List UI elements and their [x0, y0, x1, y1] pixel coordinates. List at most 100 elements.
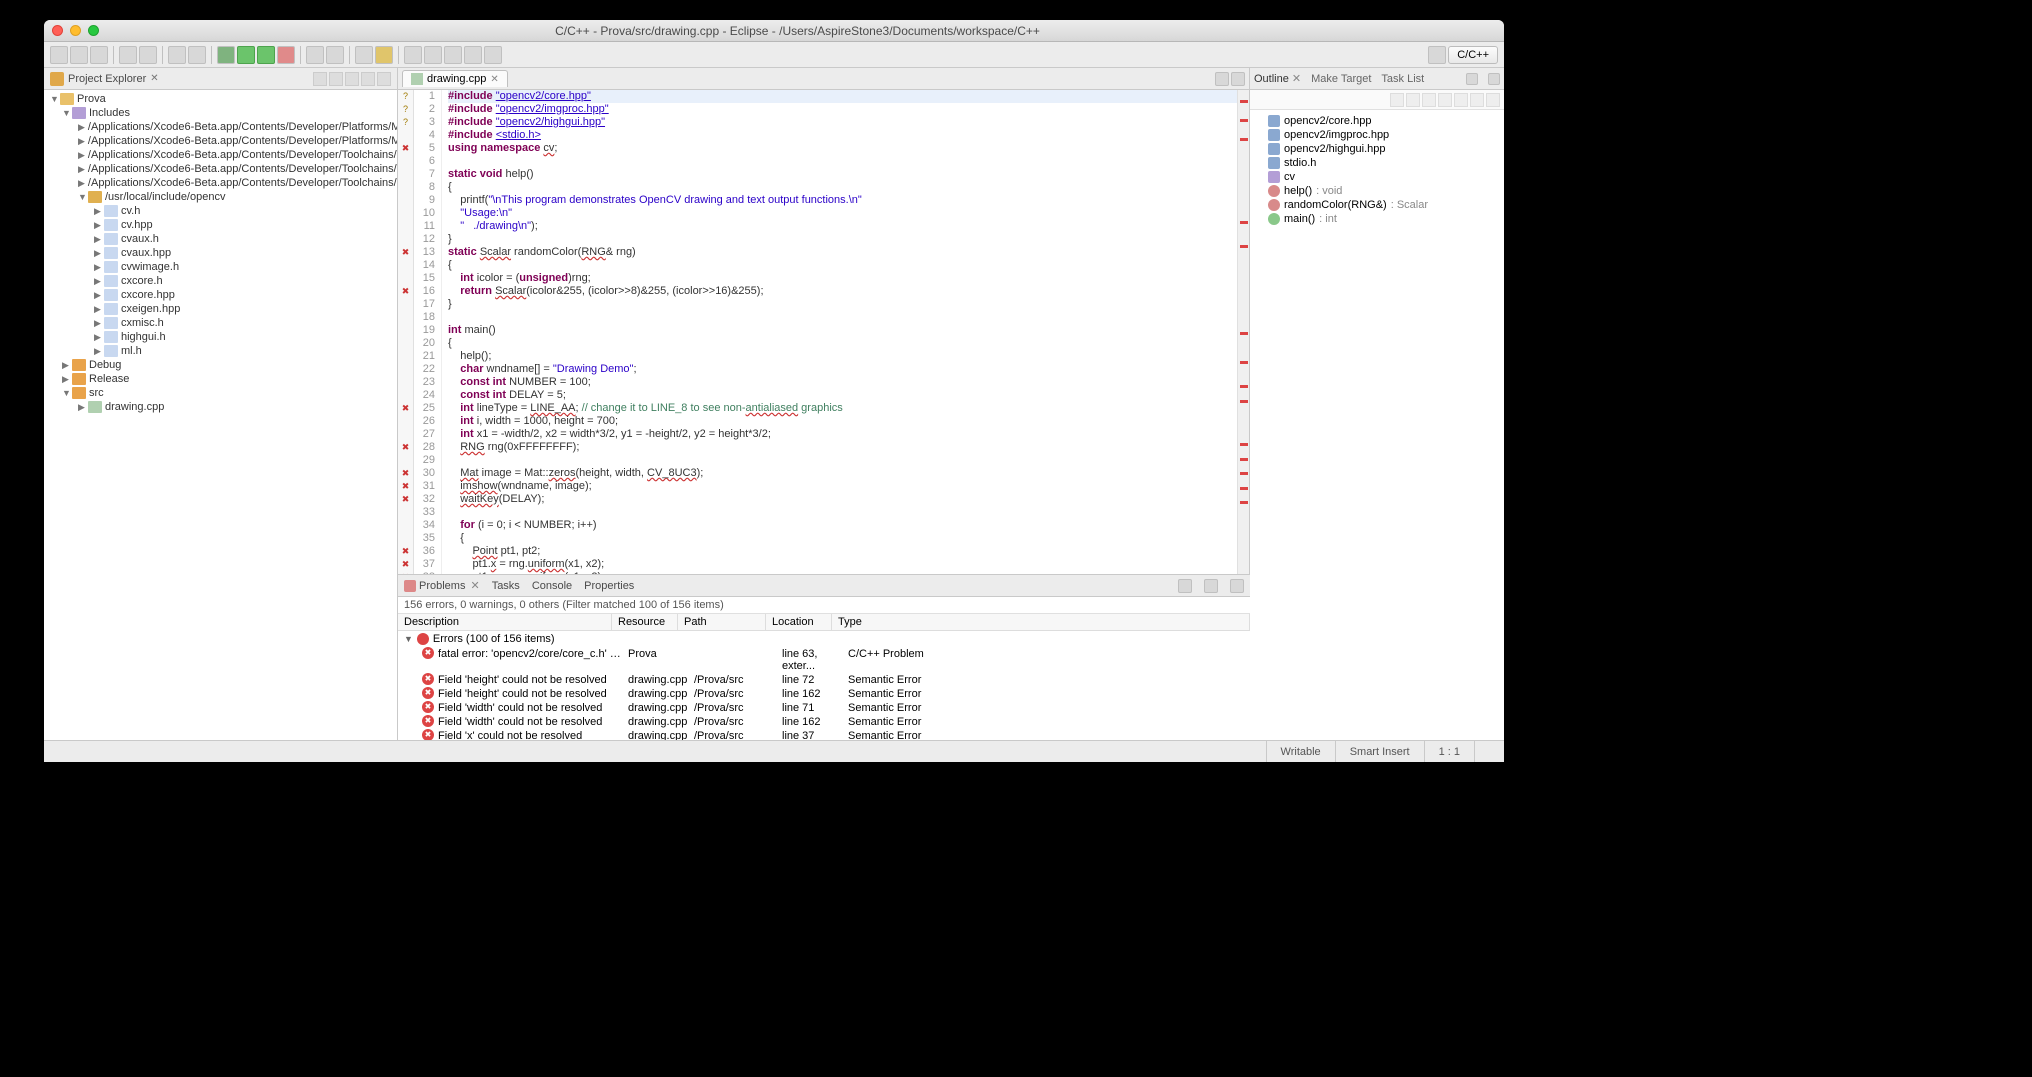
tree-item[interactable]: ▶ml.h	[44, 344, 397, 358]
new-folder-icon[interactable]	[326, 46, 344, 64]
tab-problems[interactable]: Problems✕	[404, 579, 480, 592]
problems-row[interactable]: ✖Field 'height' could not be resolveddra…	[398, 673, 1250, 687]
tree-item[interactable]: ▶cxeigen.hpp	[44, 302, 397, 316]
overview-ruler[interactable]	[1237, 90, 1249, 574]
outline-item[interactable]: opencv2/core.hpp	[1254, 114, 1500, 128]
toggle-mark-icon[interactable]	[375, 46, 393, 64]
titlebar[interactable]: C/C++ - Prova/src/drawing.cpp - Eclipse …	[44, 20, 1504, 42]
build-all-icon[interactable]	[139, 46, 157, 64]
view-menu-icon[interactable]	[345, 72, 359, 86]
column-resource[interactable]: Resource	[612, 614, 678, 630]
problems-row[interactable]: ✖Field 'x' could not be resolveddrawing.…	[398, 729, 1250, 740]
run-icon[interactable]	[237, 46, 255, 64]
tab-console[interactable]: Console	[532, 580, 572, 592]
close-icon[interactable]: ✕	[1292, 72, 1301, 85]
problems-row[interactable]: ✖Field 'height' could not be resolveddra…	[398, 687, 1250, 701]
tab-tasks[interactable]: Tasks	[492, 580, 520, 592]
tree-item[interactable]: ▶drawing.cpp	[44, 400, 397, 414]
sort-icon[interactable]	[1390, 93, 1404, 107]
tree-item[interactable]: ▶/Applications/Xcode6-Beta.app/Contents/…	[44, 176, 397, 190]
marker-ruler[interactable]: ???✖✖✖✖✖✖✖✖✖✖✖✖✖	[398, 90, 414, 574]
tab-task-list[interactable]: Task List	[1381, 73, 1424, 85]
editor-tab[interactable]: drawing.cpp ✕	[402, 70, 508, 87]
filter-icon[interactable]	[1454, 93, 1468, 107]
hide-fields-icon[interactable]	[1406, 93, 1420, 107]
collapse-all-icon[interactable]	[313, 72, 327, 86]
maximize-view-icon[interactable]	[377, 72, 391, 86]
tree-item[interactable]: ▶/Applications/Xcode6-Beta.app/Contents/…	[44, 162, 397, 176]
debug-icon[interactable]	[217, 46, 235, 64]
outline-item[interactable]: cv	[1254, 170, 1500, 184]
code-editor[interactable]: ???✖✖✖✖✖✖✖✖✖✖✖✖✖ 12345678910111213141516…	[398, 90, 1249, 574]
problems-row[interactable]: ✖Field 'width' could not be resolveddraw…	[398, 701, 1250, 715]
column-location[interactable]: Location	[766, 614, 832, 630]
column-description[interactable]: Description	[398, 614, 612, 630]
column-type[interactable]: Type	[832, 614, 1250, 630]
tree-item[interactable]: ▼Prova	[44, 92, 397, 106]
minimize-view-icon[interactable]	[1466, 73, 1478, 85]
tree-item[interactable]: ▼/usr/local/include/opencv	[44, 190, 397, 204]
outline-item[interactable]: main() : int	[1254, 212, 1500, 226]
minimize-icon[interactable]	[70, 25, 81, 36]
build-icon[interactable]	[119, 46, 137, 64]
line-gutter[interactable]: 1234567891011121314151617181920212223242…	[414, 90, 442, 574]
link-editor-icon[interactable]	[329, 72, 343, 86]
minimize-view-icon[interactable]	[361, 72, 375, 86]
tree-item[interactable]: ▼Includes	[44, 106, 397, 120]
maximize-view-icon[interactable]	[1488, 73, 1500, 85]
tree-item[interactable]: ▶cv.h	[44, 204, 397, 218]
tree-item[interactable]: ▶Debug	[44, 358, 397, 372]
outline-item[interactable]: opencv2/imgproc.hpp	[1254, 128, 1500, 142]
maximize-editor-icon[interactable]	[1231, 72, 1245, 86]
tree-item[interactable]: ▶highgui.h	[44, 330, 397, 344]
tree-item[interactable]: ▶cxcore.h	[44, 274, 397, 288]
column-path[interactable]: Path	[678, 614, 766, 630]
last-edit-icon[interactable]	[444, 46, 462, 64]
tree-item[interactable]: ▶cv.hpp	[44, 218, 397, 232]
problems-group[interactable]: ▼Errors (100 of 156 items)	[398, 631, 1250, 647]
hide-static-icon[interactable]	[1422, 93, 1436, 107]
tree-item[interactable]: ▶cxcore.hpp	[44, 288, 397, 302]
tree-item[interactable]: ▶/Applications/Xcode6-Beta.app/Contents/…	[44, 134, 397, 148]
view-menu-icon[interactable]	[1178, 579, 1192, 593]
maximize-view-icon[interactable]	[1230, 579, 1244, 593]
save-icon[interactable]	[70, 46, 88, 64]
profile-icon[interactable]	[257, 46, 275, 64]
close-icon[interactable]: ✕	[490, 74, 498, 85]
open-perspective-icon[interactable]	[1428, 46, 1446, 64]
close-icon[interactable]: ✕	[150, 73, 158, 84]
problems-table[interactable]: ▼Errors (100 of 156 items)✖fatal error: …	[398, 631, 1250, 740]
hide-nonpublic-icon[interactable]	[1438, 93, 1452, 107]
minimize-view-icon[interactable]	[1204, 579, 1218, 593]
view-menu-icon[interactable]	[1486, 93, 1500, 107]
close-icon[interactable]	[52, 25, 63, 36]
open-type-icon[interactable]	[168, 46, 186, 64]
new-class-icon[interactable]	[306, 46, 324, 64]
tree-item[interactable]: ▶cxmisc.h	[44, 316, 397, 330]
maximize-icon[interactable]	[88, 25, 99, 36]
outline-tree[interactable]: opencv2/core.hppopencv2/imgproc.hppopenc…	[1250, 110, 1504, 740]
save-all-icon[interactable]	[90, 46, 108, 64]
tree-item[interactable]: ▶cvaux.hpp	[44, 246, 397, 260]
tree-item[interactable]: ▶/Applications/Xcode6-Beta.app/Contents/…	[44, 120, 397, 134]
problems-row[interactable]: ✖fatal error: 'opencv2/core/core_c.h' fi…	[398, 647, 1250, 673]
close-icon[interactable]: ✕	[470, 579, 479, 592]
forward-icon[interactable]	[484, 46, 502, 64]
tab-make-target[interactable]: Make Target	[1311, 73, 1371, 85]
tree-item[interactable]: ▶Release	[44, 372, 397, 386]
problems-header[interactable]: Description Resource Path Location Type	[398, 614, 1250, 631]
outline-item[interactable]: randomColor(RNG&) : Scalar	[1254, 198, 1500, 212]
tree-item[interactable]: ▶/Applications/Xcode6-Beta.app/Contents/…	[44, 148, 397, 162]
tree-item[interactable]: ▶cvwimage.h	[44, 260, 397, 274]
tree-item[interactable]: ▼src	[44, 386, 397, 400]
search-icon[interactable]	[355, 46, 373, 64]
tab-outline[interactable]: Outline✕	[1254, 72, 1301, 85]
open-element-icon[interactable]	[188, 46, 206, 64]
outline-item[interactable]: stdio.h	[1254, 156, 1500, 170]
outline-item[interactable]: opencv2/highgui.hpp	[1254, 142, 1500, 156]
code-area[interactable]: #include "opencv2/core.hpp"#include "ope…	[442, 90, 1237, 574]
project-explorer-tab[interactable]: Project Explorer ✕	[44, 68, 397, 90]
perspective-button[interactable]: C/C++	[1448, 46, 1498, 64]
new-icon[interactable]	[50, 46, 68, 64]
link-icon[interactable]	[1470, 93, 1484, 107]
